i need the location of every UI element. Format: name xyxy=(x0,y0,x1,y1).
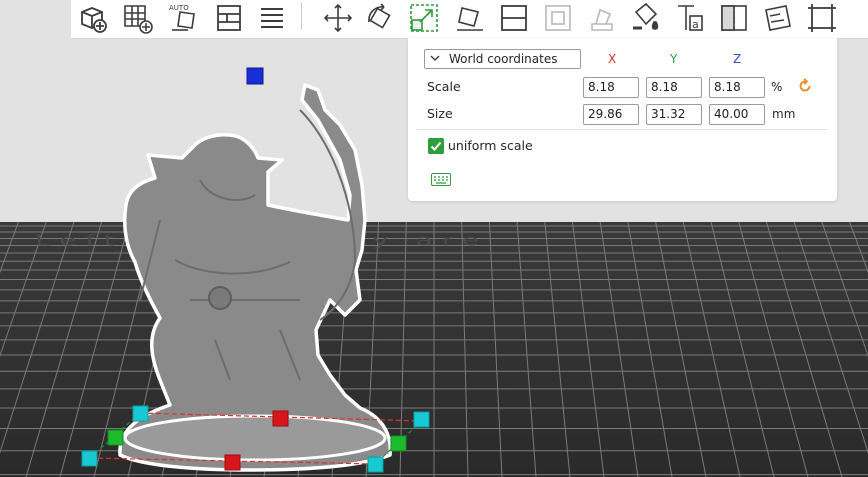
measure-icon[interactable] xyxy=(761,0,795,36)
axis-x-label: X xyxy=(608,52,617,66)
svg-text:AUTO: AUTO xyxy=(169,4,189,12)
coordinate-system-value: World coordinates xyxy=(449,52,558,66)
scale-panel: World coordinates X Y Z Scale 8.18 8.18 … xyxy=(408,38,837,201)
scale-row-label: Scale xyxy=(427,79,461,94)
arrange-grid-icon[interactable] xyxy=(120,0,154,36)
scale-handle-corner[interactable] xyxy=(132,405,149,422)
goblin-archer-model[interactable] xyxy=(118,83,393,472)
scale-handle-x[interactable] xyxy=(224,454,241,471)
split-objects-icon[interactable] xyxy=(497,0,531,36)
scale-handle-z[interactable] xyxy=(246,67,264,85)
scale-icon[interactable] xyxy=(407,0,441,36)
uniform-scale-label: uniform scale xyxy=(448,138,533,153)
checkmark-icon xyxy=(430,141,442,151)
rotate-icon[interactable] xyxy=(363,0,397,36)
keyboard-shortcuts-icon[interactable] xyxy=(431,173,451,186)
seam-paint-icon[interactable] xyxy=(717,0,751,36)
scale-handle-corner[interactable] xyxy=(367,456,384,473)
size-unit: mm xyxy=(772,107,796,121)
panel-divider xyxy=(416,129,827,130)
axis-y-label: Y xyxy=(670,52,678,66)
add-object-icon[interactable] xyxy=(75,0,109,36)
svg-text:a: a xyxy=(692,18,699,31)
coordinate-system-dropdown[interactable]: World coordinates xyxy=(424,49,581,69)
text-icon[interactable]: a xyxy=(673,0,707,36)
size-y-input[interactable]: 31.32 xyxy=(646,104,702,125)
axis-z-label: Z xyxy=(733,52,742,66)
support-paint-icon[interactable] xyxy=(585,0,619,36)
scale-y-input[interactable]: 8.18 xyxy=(646,77,702,98)
size-z-input[interactable]: 40.00 xyxy=(709,104,765,125)
scale-handle-y[interactable] xyxy=(107,429,124,446)
scale-unit: % xyxy=(771,80,783,94)
auto-orient-icon[interactable]: AUTO xyxy=(167,0,201,36)
size-row-label: Size xyxy=(427,106,453,121)
layout-icon[interactable] xyxy=(212,0,246,36)
lay-on-face-icon[interactable] xyxy=(453,0,487,36)
move-icon[interactable] xyxy=(321,0,355,36)
color-paint-icon[interactable] xyxy=(629,0,663,36)
assembly-icon[interactable] xyxy=(805,0,839,36)
layers-list-icon[interactable] xyxy=(255,0,289,36)
scale-handle-x[interactable] xyxy=(272,410,289,427)
cut-icon[interactable] xyxy=(541,0,575,36)
size-x-input[interactable]: 29.86 xyxy=(583,104,639,125)
chevron-down-icon xyxy=(430,55,440,61)
reset-scale-icon[interactable] xyxy=(797,78,813,94)
scale-handle-corner[interactable] xyxy=(413,411,430,428)
scale-handle-y[interactable] xyxy=(390,435,407,452)
scale-z-input[interactable]: 8.18 xyxy=(709,77,765,98)
scale-handle-corner[interactable] xyxy=(81,450,98,467)
toolbar-separator xyxy=(301,2,302,30)
uniform-scale-checkbox[interactable] xyxy=(428,138,444,154)
main-toolbar: AUTO a xyxy=(71,0,868,39)
scale-x-input[interactable]: 8.18 xyxy=(583,77,639,98)
